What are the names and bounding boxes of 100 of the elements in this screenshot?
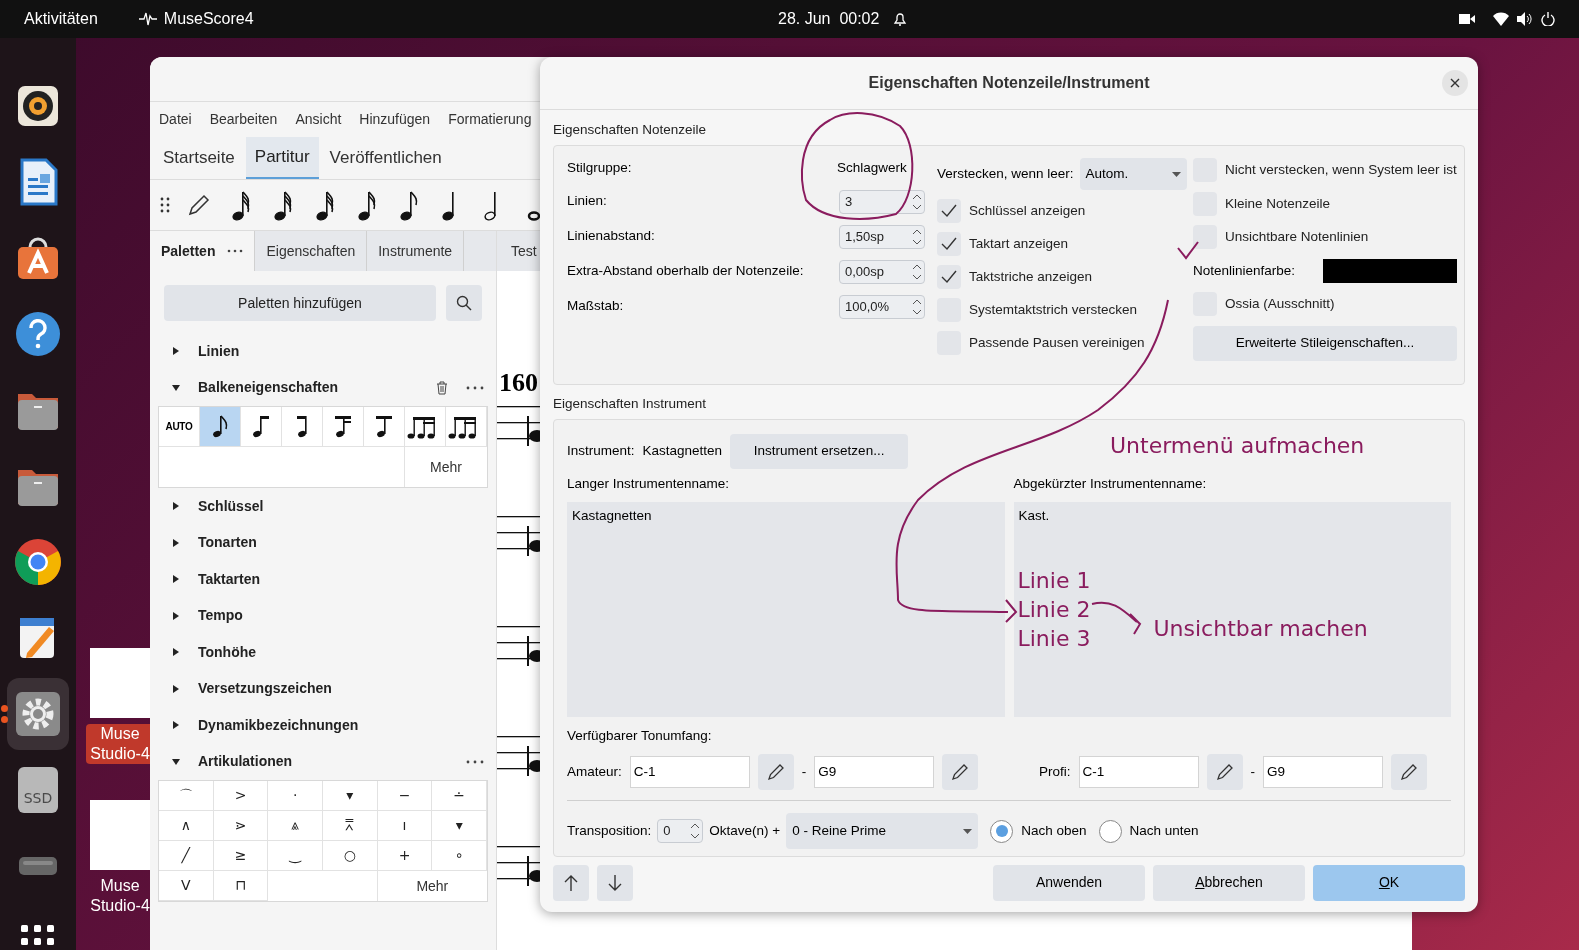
- advanced-style-button[interactable]: Erweiterte Stileigenschaften...: [1193, 325, 1457, 361]
- caret-right-icon[interactable]: [172, 538, 180, 547]
- menu-item[interactable]: Hinzufügen: [359, 109, 431, 130]
- gear-icon[interactable]: [15, 691, 61, 737]
- panel-tab[interactable]: Eigenschaften: [255, 231, 368, 271]
- more-options-icon[interactable]: [466, 385, 484, 390]
- spin-field[interactable]: 3: [839, 189, 925, 214]
- tab[interactable]: Startseite: [154, 137, 244, 179]
- caret-right-icon[interactable]: [172, 721, 180, 730]
- input-field[interactable]: G9: [814, 756, 935, 788]
- caret-right-icon[interactable]: [172, 611, 180, 620]
- palette-title[interactable]: Taktarten: [198, 568, 484, 590]
- spin-field[interactable]: 100,0%: [839, 294, 925, 319]
- score-tab[interactable]: Test: [511, 240, 537, 262]
- menu-item[interactable]: Datei: [159, 109, 192, 130]
- articulation-cell[interactable]: >: [213, 781, 269, 811]
- articulation-cell[interactable]: ⌒: [159, 781, 214, 811]
- edit-button[interactable]: [757, 754, 794, 790]
- palette-cell[interactable]: [241, 407, 282, 447]
- articulation-cell[interactable]: ≥: [213, 841, 269, 871]
- checkbox[interactable]: [1193, 225, 1217, 250]
- edit-button[interactable]: [1391, 754, 1427, 790]
- palette-cell[interactable]: [323, 407, 364, 447]
- wifi-icon[interactable]: [1493, 12, 1509, 26]
- palette-cell[interactable]: [446, 407, 487, 447]
- app-name[interactable]: MuseScore4: [163, 7, 254, 31]
- file-label[interactable]: Muse Studio-4: [86, 876, 154, 916]
- articulation-cell[interactable]: ∧: [159, 811, 214, 841]
- activities-button[interactable]: Aktivitäten: [24, 7, 98, 31]
- spin-field[interactable]: 0,00sp: [839, 259, 925, 284]
- clock[interactable]: 28. Jun 00:02: [778, 7, 880, 31]
- menu-item[interactable]: Bearbeiten: [209, 109, 278, 130]
- articulation-cell[interactable]: ▾: [432, 811, 487, 841]
- caret-down-icon[interactable]: [172, 757, 180, 766]
- caret-right-icon[interactable]: [172, 575, 180, 584]
- palette-cell[interactable]: [364, 407, 405, 447]
- trash-icon[interactable]: [436, 380, 448, 395]
- move-up-button[interactable]: [553, 864, 589, 901]
- edit-button[interactable]: [942, 754, 979, 790]
- more-options-icon[interactable]: [466, 759, 484, 764]
- palette-title[interactable]: Tempo: [198, 605, 484, 627]
- radio-button[interactable]: [1098, 819, 1122, 843]
- browser-icon[interactable]: [14, 538, 62, 586]
- panel-tab[interactable]: Instrumente: [367, 231, 465, 271]
- caret-right-icon[interactable]: [172, 648, 180, 657]
- articulation-cell[interactable]: ⊓: [213, 871, 269, 901]
- articulation-cell[interactable]: ‿: [268, 841, 323, 871]
- dropdown[interactable]: 0 - Reine Prime: [786, 813, 979, 849]
- articulation-cell[interactable]: ▾: [323, 781, 378, 811]
- input-field[interactable]: G9: [1263, 756, 1383, 788]
- articulation-cell[interactable]: ⩓: [268, 811, 323, 841]
- edit-button[interactable]: [1206, 754, 1243, 790]
- speaker-icon[interactable]: [16, 84, 60, 128]
- palette-title[interactable]: Tonarten: [198, 532, 484, 554]
- text-area[interactable]: Kast. Linie 1 Linie 2 Linie 3 Unsichtbar machen: [1013, 501, 1451, 717]
- add-palettes-button[interactable]: Paletten hinzufügen: [164, 285, 436, 321]
- articulation-cell[interactable]: V: [159, 871, 214, 901]
- more-options-icon[interactable]: [227, 249, 244, 253]
- ok-button[interactable]: OK: [1313, 864, 1465, 901]
- move-down-button[interactable]: [597, 864, 633, 901]
- drag-handle-icon[interactable]: [160, 196, 170, 214]
- spin-field[interactable]: 1,50sp: [839, 224, 925, 249]
- color-swatch[interactable]: [1322, 258, 1457, 283]
- articulation-cell[interactable]: ∘: [432, 841, 487, 871]
- caret-right-icon[interactable]: [172, 502, 180, 511]
- palette-cell[interactable]: [405, 407, 446, 447]
- bell-icon[interactable]: [893, 11, 908, 27]
- tab[interactable]: Veröffentlichen: [320, 137, 451, 179]
- palette-cell[interactable]: [200, 407, 241, 447]
- drive-icon[interactable]: [18, 854, 58, 878]
- articulation-cell[interactable]: ⋗: [213, 811, 269, 841]
- checkbox[interactable]: [937, 232, 961, 257]
- shopping-bag-icon[interactable]: [15, 235, 61, 281]
- articulation-cell[interactable]: ⩞: [323, 811, 378, 841]
- drive-icon[interactable]: SSD: [18, 767, 58, 813]
- palette-title[interactable]: Dynamikbezeichnungen: [198, 714, 484, 736]
- articulation-cell[interactable]: ·: [268, 781, 323, 811]
- menu-item[interactable]: Ansicht: [295, 109, 342, 130]
- palette-title[interactable]: Balkeneigenschaften: [198, 377, 418, 399]
- palette-title[interactable]: Artikulationen: [198, 751, 448, 773]
- articulation-cell[interactable]: ı: [377, 811, 433, 841]
- close-button[interactable]: [1442, 70, 1468, 96]
- dropdown[interactable]: Autom.: [1079, 158, 1187, 191]
- text-area[interactable]: Kastagnetten: [567, 501, 1005, 717]
- replace-instrument-button[interactable]: Instrument ersetzen...: [730, 433, 909, 469]
- palette-title[interactable]: Linien: [198, 340, 484, 362]
- palette-title[interactable]: Schlüssel: [198, 495, 484, 517]
- palette-cell[interactable]: [282, 407, 323, 447]
- volume-icon[interactable]: [1517, 12, 1533, 26]
- dialog-button[interactable]: Abbrechen: [1153, 864, 1305, 901]
- input-field[interactable]: C-1: [1078, 756, 1199, 788]
- articulation-cell[interactable]: ∸: [432, 781, 487, 811]
- more-button[interactable]: Mehr: [377, 871, 487, 901]
- dialog-button[interactable]: Anwenden: [993, 864, 1145, 901]
- articulation-cell[interactable]: ╱: [159, 841, 214, 871]
- checkbox[interactable]: [937, 199, 961, 224]
- palette-cell[interactable]: AUTO: [159, 407, 200, 447]
- caret-down-icon[interactable]: [172, 383, 180, 392]
- menu-item[interactable]: Formatierung: [448, 109, 532, 130]
- palette-title[interactable]: Versetzungszeichen: [198, 678, 484, 700]
